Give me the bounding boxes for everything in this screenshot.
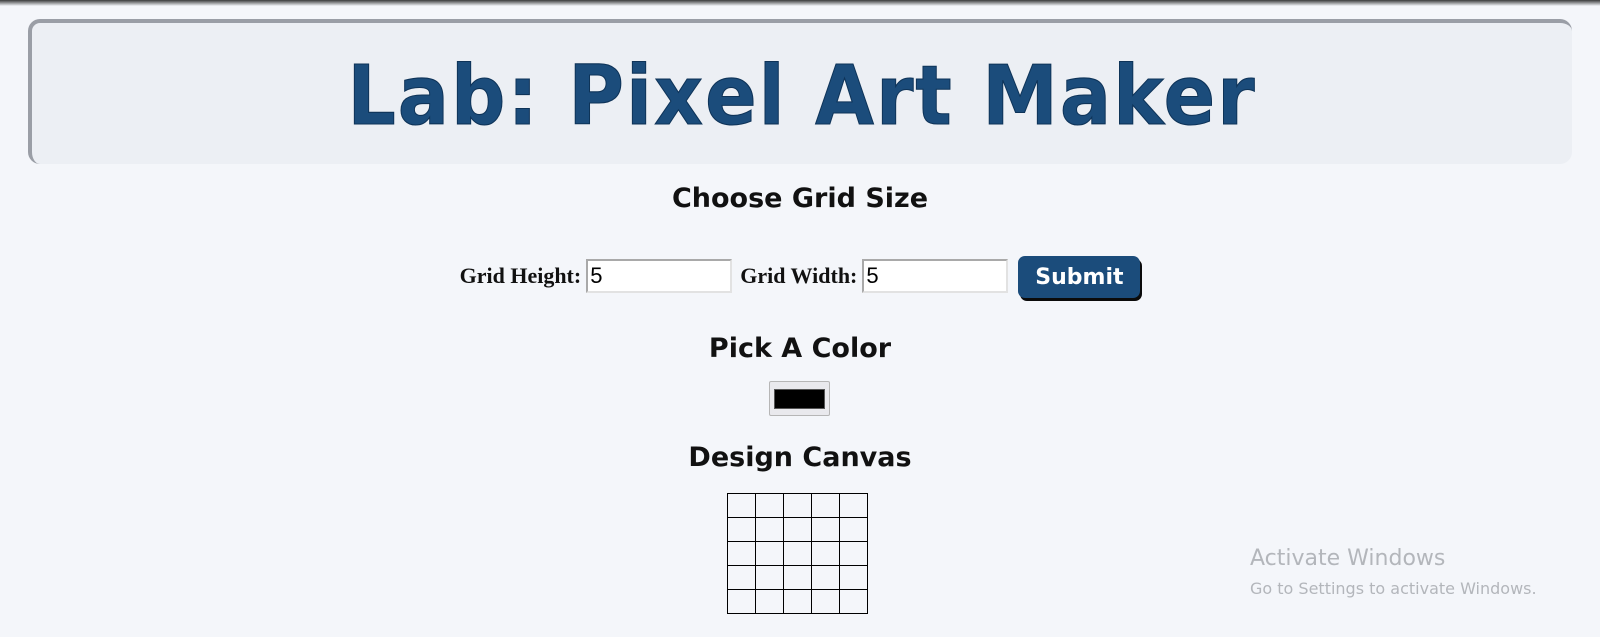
canvas-cell[interactable]	[839, 589, 868, 614]
canvas-cell[interactable]	[811, 517, 840, 542]
color-swatch	[774, 388, 825, 409]
canvas-cell[interactable]	[727, 565, 756, 590]
canvas-row	[727, 589, 868, 614]
activate-windows-watermark: Activate Windows Go to Settings to activ…	[1250, 546, 1537, 598]
size-picker-form: Grid Height: Grid Width: Submit	[0, 254, 1600, 298]
canvas-cell[interactable]	[727, 517, 756, 542]
grid-width-label: Grid Width:	[740, 263, 858, 288]
canvas-cell[interactable]	[727, 541, 756, 566]
canvas-cell[interactable]	[755, 589, 784, 614]
grid-height-label: Grid Height:	[459, 263, 582, 288]
canvas-cell[interactable]	[727, 589, 756, 614]
canvas-cell[interactable]	[811, 541, 840, 566]
canvas-row	[727, 565, 868, 590]
canvas-cell[interactable]	[783, 589, 812, 614]
canvas-cell[interactable]	[755, 493, 784, 518]
grid-height-input[interactable]	[586, 259, 733, 293]
canvas-cell[interactable]	[783, 493, 812, 518]
design-canvas[interactable]	[727, 493, 868, 614]
watermark-title: Activate Windows	[1250, 546, 1446, 571]
canvas-cell[interactable]	[839, 541, 868, 566]
page-header: Lab: Pixel Art Maker	[28, 19, 1572, 164]
canvas-cell[interactable]	[755, 565, 784, 590]
design-canvas-heading: Design Canvas	[688, 442, 912, 473]
canvas-row	[727, 541, 868, 566]
color-picker[interactable]	[769, 381, 830, 416]
canvas-cell[interactable]	[783, 565, 812, 590]
page-title: Lab: Pixel Art Maker	[347, 46, 1257, 144]
canvas-cell[interactable]	[755, 541, 784, 566]
canvas-cell[interactable]	[811, 493, 840, 518]
canvas-cell[interactable]	[783, 541, 812, 566]
grid-width-input[interactable]	[862, 259, 1009, 293]
submit-button[interactable]: Submit	[1018, 256, 1141, 298]
pick-color-heading: Pick A Color	[708, 333, 892, 364]
window-top-shadow	[0, 0, 1600, 6]
canvas-cell[interactable]	[727, 493, 756, 518]
canvas-row	[727, 493, 868, 518]
canvas-cell[interactable]	[811, 565, 840, 590]
canvas-cell[interactable]	[755, 517, 784, 542]
watermark-subtitle: Go to Settings to activate Windows.	[1250, 579, 1537, 598]
canvas-cell[interactable]	[811, 589, 840, 614]
canvas-cell[interactable]	[839, 565, 868, 590]
canvas-cell[interactable]	[783, 517, 812, 542]
canvas-cell[interactable]	[839, 493, 868, 518]
canvas-row	[727, 517, 868, 542]
grid-size-heading: Choose Grid Size	[671, 183, 929, 214]
canvas-cell[interactable]	[839, 517, 868, 542]
